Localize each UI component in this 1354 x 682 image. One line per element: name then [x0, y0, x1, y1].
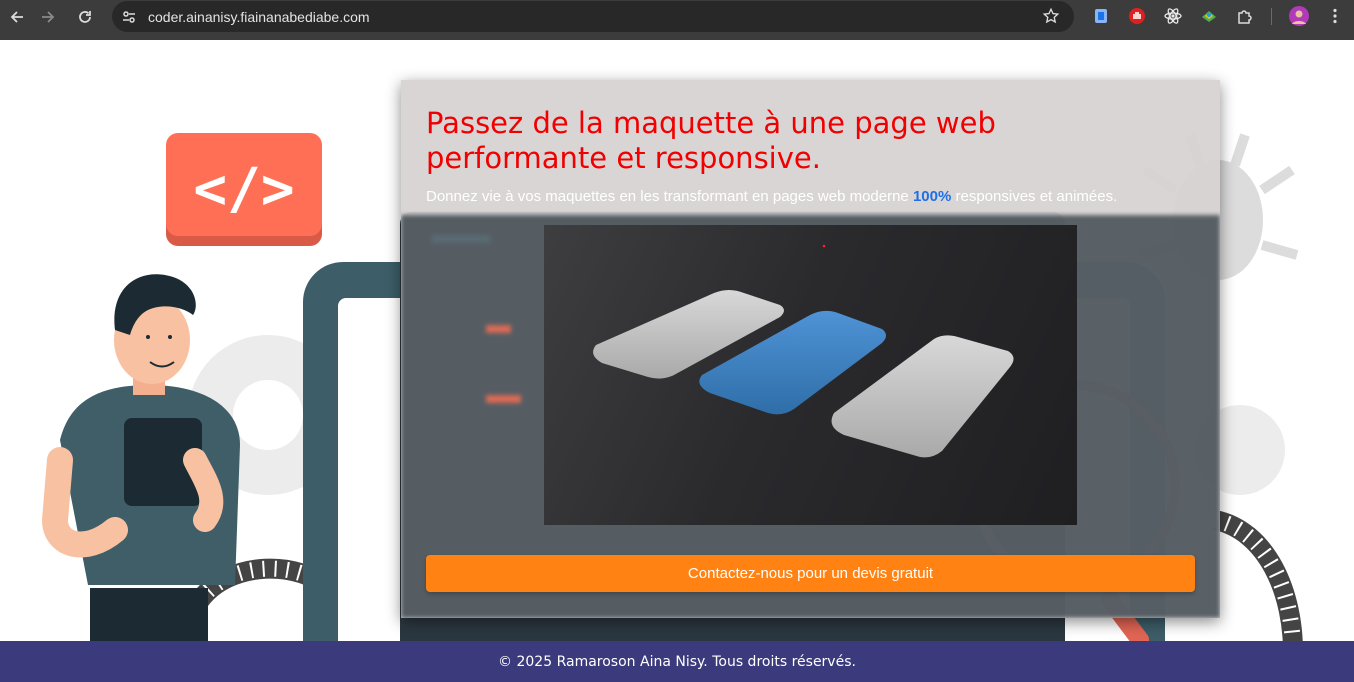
site-info-button[interactable] — [114, 2, 144, 32]
hand-stop-icon — [1129, 8, 1145, 24]
hero-subtitle-end: responsives et animées. — [951, 188, 1118, 205]
hero-subtitle-highlight: 100% — [912, 188, 952, 205]
kebab-menu-icon — [1333, 8, 1337, 24]
hero-subtitle: Donnez vie à vos maquettes en les transf… — [426, 188, 1117, 205]
extension-docs[interactable] — [1090, 5, 1112, 27]
extensions-menu-button[interactable] — [1234, 5, 1256, 27]
reload-button[interactable] — [68, 0, 102, 33]
hero-title: Passez de la maquette à une page web per… — [426, 106, 996, 175]
site-footer: © 2025 Ramaroson Aina Nisy. Tous droits … — [0, 641, 1354, 682]
extension-react-devtools[interactable] — [1162, 5, 1184, 27]
extension-colorful[interactable] — [1198, 5, 1220, 27]
address-bar[interactable]: coder.ainanisy.fiainanabediabe.com — [112, 1, 1074, 32]
profile-avatar[interactable] — [1288, 5, 1310, 27]
person-figure — [41, 274, 240, 682]
star-icon — [1042, 7, 1060, 24]
colorful-extension-icon — [1202, 11, 1216, 22]
arrow-left-icon — [10, 10, 23, 23]
arrow-right-icon — [42, 10, 55, 23]
footer-copyright: © 2025 Ramaroson Aina Nisy. Tous droits … — [498, 653, 856, 670]
hero-subtitle-start: Donnez vie à vos maquettes en les transf… — [426, 188, 913, 205]
contact-quote-button[interactable]: Contactez-nous pour un devis gratuit — [426, 555, 1195, 592]
toolbar-bottom-strip — [0, 33, 1354, 40]
toolbar-separator — [1271, 8, 1272, 25]
reload-icon — [79, 10, 91, 23]
phones-render-image — [593, 244, 1014, 458]
back-button[interactable] — [0, 0, 34, 33]
url-text: coder.ainanisy.fiainanabediabe.com — [148, 8, 370, 25]
forward-button[interactable] — [31, 0, 65, 33]
code-badge-text: </> — [193, 157, 294, 222]
document-extension-icon — [1095, 9, 1107, 23]
avatar-icon — [1289, 6, 1309, 26]
bookmark-star-button[interactable] — [1042, 7, 1060, 29]
hero-modal: Passez de la maquette à une page web per… — [401, 80, 1220, 618]
puzzle-icon — [1238, 10, 1252, 24]
browser-toolbar: coder.ainanisy.fiainanabediabe.com — [0, 0, 1354, 33]
page-content: </> Passez de la maquette à une page web… — [0, 40, 1354, 682]
tune-icon — [123, 10, 135, 23]
browser-menu-button[interactable] — [1324, 5, 1346, 27]
media-video[interactable] — [544, 225, 1077, 525]
react-atom-icon — [1164, 8, 1182, 24]
extension-adblock[interactable] — [1126, 5, 1148, 27]
